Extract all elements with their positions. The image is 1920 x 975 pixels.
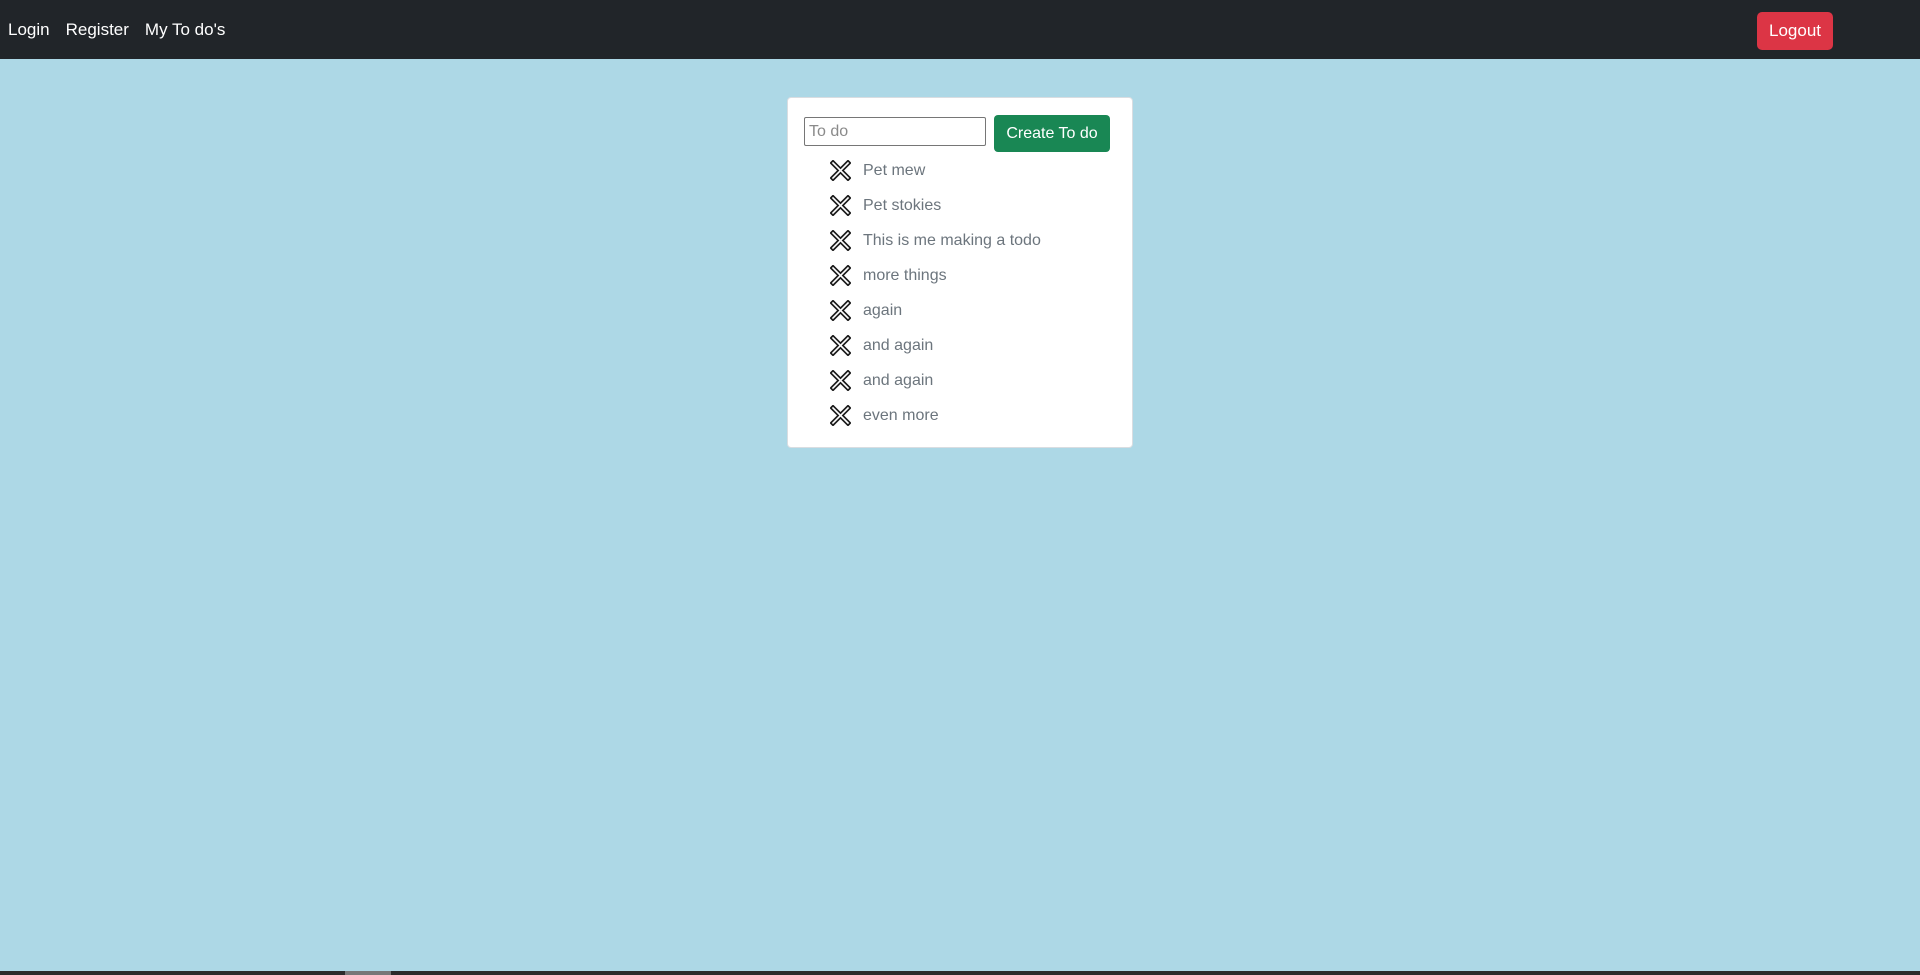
delete-x-icon[interactable] xyxy=(830,160,851,181)
todo-item: This is me making a todo xyxy=(830,223,1041,258)
delete-x-icon[interactable] xyxy=(830,300,851,321)
todo-text: and again xyxy=(863,371,934,389)
create-todo-button[interactable]: Create To do xyxy=(994,115,1110,152)
todo-text: Pet stokies xyxy=(863,196,942,214)
todo-item: and again xyxy=(830,363,1041,398)
scrollbar-thumb[interactable] xyxy=(345,971,391,975)
top-navbar: Login Register My To do's Logout xyxy=(0,0,1920,59)
nav-link-register[interactable]: Register xyxy=(66,20,129,40)
todo-text: This is me making a todo xyxy=(863,231,1041,249)
delete-x-icon[interactable] xyxy=(830,405,851,426)
todo-text: and again xyxy=(863,336,934,354)
todo-text: even more xyxy=(863,406,939,424)
delete-x-icon[interactable] xyxy=(830,265,851,286)
todo-list: Pet mew Pet stokies This is me making a … xyxy=(830,153,1041,433)
todo-text: Pet mew xyxy=(863,161,926,179)
todo-text: more things xyxy=(863,266,947,284)
horizontal-scrollbar[interactable] xyxy=(0,971,1920,975)
todo-item: again xyxy=(830,293,1041,328)
todo-item: Pet mew xyxy=(830,153,1041,188)
todo-item: more things xyxy=(830,258,1041,293)
delete-x-icon[interactable] xyxy=(830,230,851,251)
logout-button[interactable]: Logout xyxy=(1757,12,1833,50)
nav-link-login[interactable]: Login xyxy=(8,20,50,40)
todo-item: even more xyxy=(830,398,1041,433)
todo-text: again xyxy=(863,301,903,319)
nav-links: Login Register My To do's xyxy=(8,0,241,59)
todo-item: Pet stokies xyxy=(830,188,1041,223)
todo-item: and again xyxy=(830,328,1041,363)
delete-x-icon[interactable] xyxy=(830,335,851,356)
nav-link-my-todos[interactable]: My To do's xyxy=(145,20,225,40)
delete-x-icon[interactable] xyxy=(830,195,851,216)
todo-card: Create To do Pet mew Pet stokies This is… xyxy=(787,97,1133,448)
delete-x-icon[interactable] xyxy=(830,370,851,391)
todo-input[interactable] xyxy=(804,117,986,146)
